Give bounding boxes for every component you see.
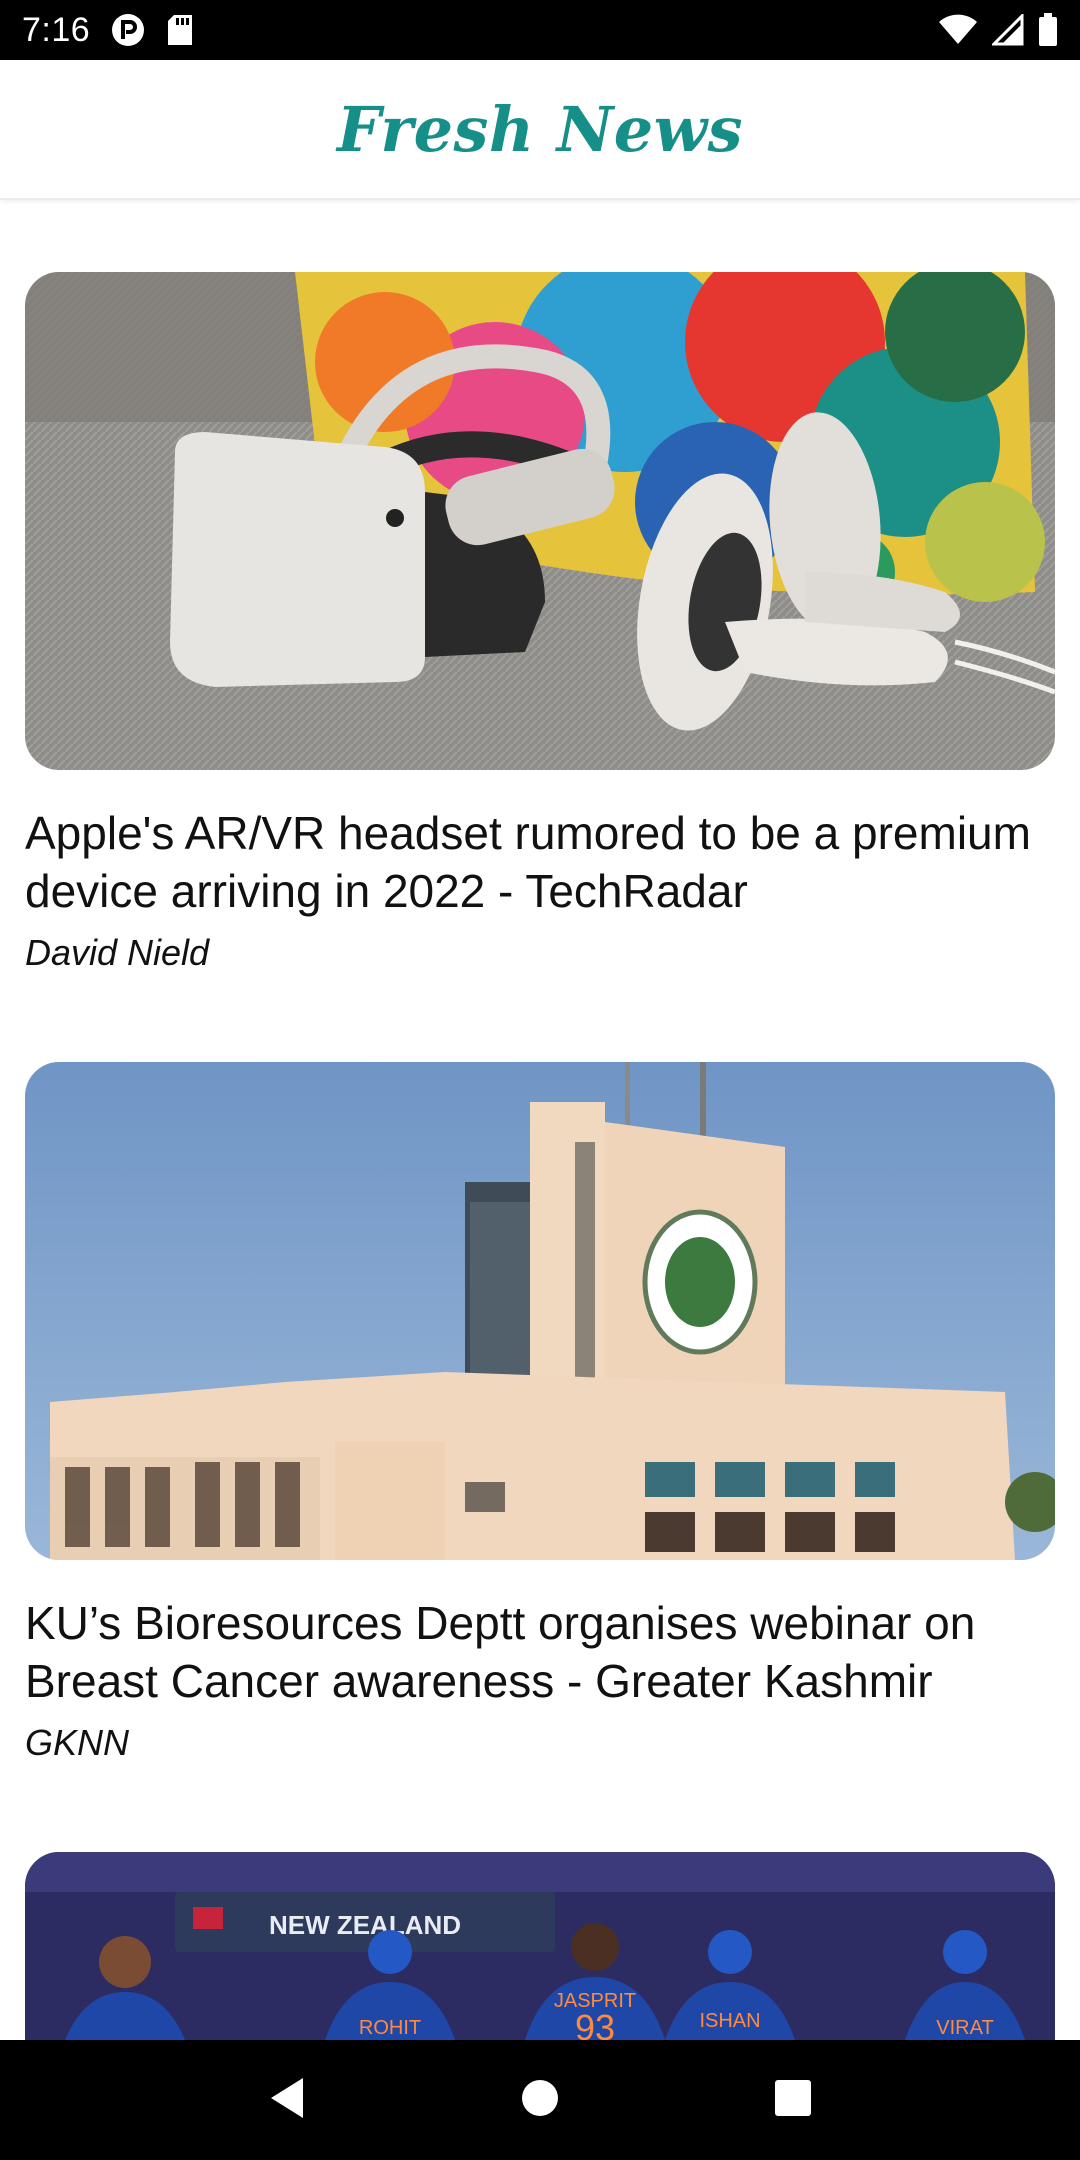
article-title[interactable]: KU’s Bioresources Deptt organises webina… <box>25 1594 1055 1710</box>
recents-icon <box>774 2079 812 2122</box>
app-bar: Fresh News <box>0 60 1080 200</box>
cell-signal-icon <box>992 14 1024 46</box>
status-bar: 7:16 <box>0 0 1080 60</box>
article-card[interactable]: NEW ZEALAND ROHIT JASPRIT 93 ISHAN VIRAT <box>25 1852 1055 2040</box>
article-image-building[interactable] <box>25 1062 1055 1560</box>
article-image-vr-headset[interactable] <box>25 272 1055 770</box>
home-button[interactable] <box>500 2060 580 2140</box>
recents-button[interactable] <box>753 2060 833 2140</box>
article-author: GKNN <box>25 1722 130 1763</box>
battery-icon <box>1038 13 1058 47</box>
back-button[interactable] <box>247 2060 327 2140</box>
app-title: Fresh News <box>336 92 743 166</box>
article-author: David Nield <box>25 932 210 973</box>
status-time: 7:16 <box>22 10 91 49</box>
banner-text: NEW ZEALAND <box>269 1910 461 1940</box>
article-image-cricket-team[interactable]: NEW ZEALAND ROHIT JASPRIT 93 ISHAN VIRAT <box>25 1852 1055 2040</box>
back-icon <box>267 2076 307 2125</box>
jersey-number: 93 <box>575 2007 615 2040</box>
jersey-text: ROHIT <box>359 2017 421 2039</box>
status-left: 7:16 <box>22 11 194 50</box>
status-right <box>938 13 1058 47</box>
article-card[interactable]: Apple's AR/VR headset rumored to be a pr… <box>25 272 1055 974</box>
jersey-text: VIRAT <box>936 2017 993 2039</box>
sd-card-icon <box>166 13 194 47</box>
jersey-text: ISHAN <box>699 2010 760 2032</box>
article-title[interactable]: Apple's AR/VR headset rumored to be a pr… <box>25 804 1055 920</box>
article-card[interactable]: KU’s Bioresources Deptt organises webina… <box>25 1062 1055 1764</box>
news-feed[interactable]: Apple's AR/VR headset rumored to be a pr… <box>0 200 1080 2040</box>
screen: 7:16 Fresh News Apple's AR/VR headset ru… <box>0 0 1080 2160</box>
home-icon <box>521 2079 559 2122</box>
wifi-icon <box>938 14 978 46</box>
system-nav-bar <box>0 2040 1080 2160</box>
notification-p-icon <box>110 12 146 48</box>
